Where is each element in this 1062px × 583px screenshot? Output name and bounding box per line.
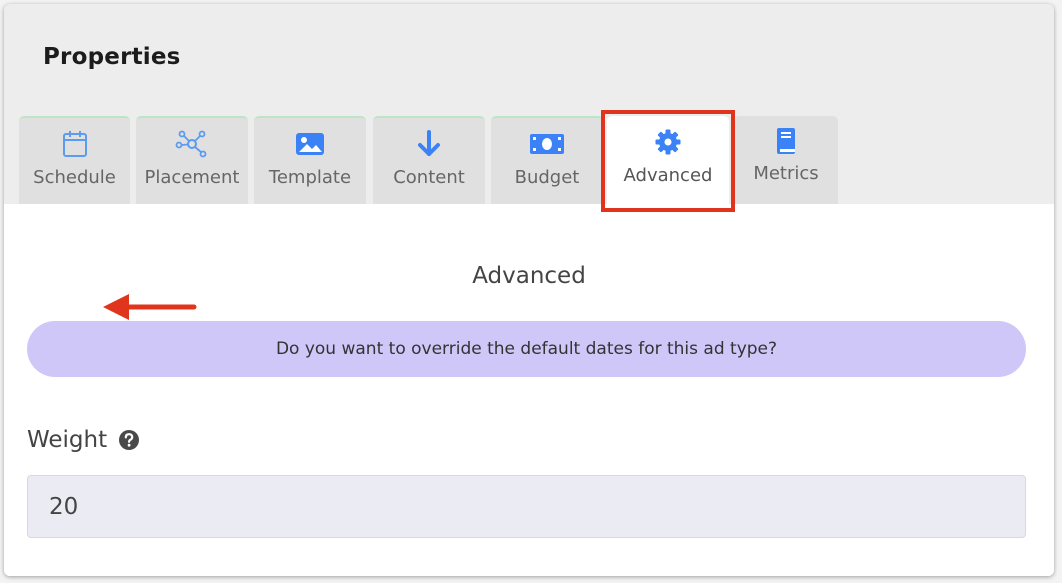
tab-budget[interactable]: Budget	[491, 116, 603, 204]
gear-icon	[607, 126, 729, 158]
tab-label: Metrics	[753, 163, 819, 184]
network-icon	[136, 128, 248, 160]
banner-text: Do you want to override the default date…	[275, 339, 778, 359]
weight-input[interactable]	[27, 475, 1026, 538]
tab-label: Schedule	[33, 167, 116, 188]
tab-label: Placement	[144, 167, 240, 188]
question-circle-icon[interactable]	[118, 429, 140, 451]
advanced-panel: Advanced Do you want to override the def…	[4, 204, 1054, 576]
weight-label-text: Weight	[27, 427, 108, 453]
arrow-down-icon	[373, 128, 485, 160]
info-banner: Do you want to override the default date…	[27, 321, 1026, 377]
money-icon	[491, 128, 603, 160]
tab-label: Advanced	[623, 165, 713, 186]
tab-placement[interactable]: Placement	[136, 116, 248, 204]
tab-label: Budget	[514, 167, 580, 188]
tab-advanced[interactable]: Advanced	[607, 116, 729, 204]
properties-window: Properties Schedule Placement Template C…	[4, 4, 1054, 576]
weight-label: Weight	[27, 427, 140, 453]
page-title: Properties	[43, 44, 181, 70]
image-icon	[254, 128, 366, 160]
tab-content[interactable]: Content	[373, 116, 485, 204]
section-title: Advanced	[472, 263, 586, 289]
tab-label: Content	[393, 167, 465, 188]
tab-template[interactable]: Template	[254, 116, 366, 204]
tab-metrics[interactable]: Metrics	[734, 116, 838, 204]
tab-schedule[interactable]: Schedule	[19, 116, 130, 204]
book-icon	[734, 126, 838, 158]
calendar-icon	[19, 128, 130, 160]
tab-label: Template	[268, 167, 352, 188]
